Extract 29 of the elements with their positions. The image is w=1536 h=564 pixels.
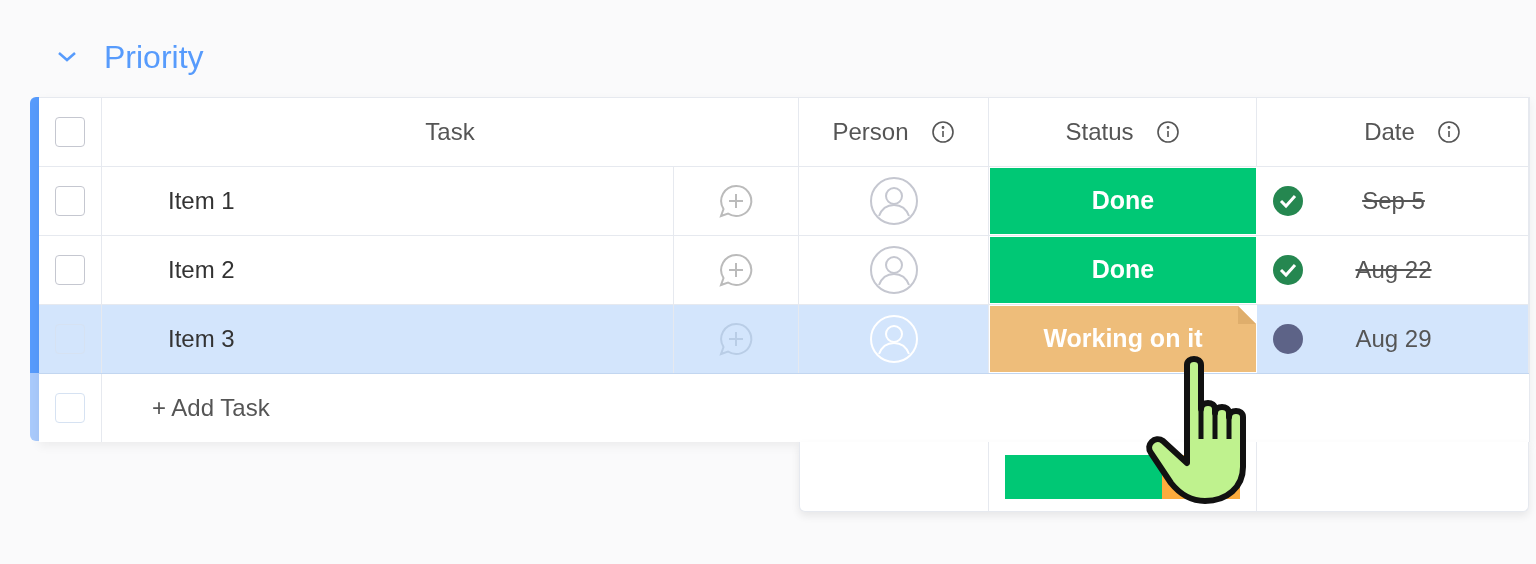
info-icon[interactable] xyxy=(930,120,955,144)
corner-fold-icon xyxy=(1238,306,1256,324)
task-row[interactable]: Item 2 Done Aug 22 xyxy=(39,236,1529,305)
add-update-icon[interactable] xyxy=(717,252,755,288)
info-icon[interactable] xyxy=(1436,120,1461,144)
row-checkbox[interactable] xyxy=(55,255,85,285)
task-row[interactable]: Item 3 Working on it Aug 29 xyxy=(39,305,1529,374)
column-header: Person xyxy=(832,117,909,147)
add-update-icon[interactable] xyxy=(717,321,755,357)
due-date: Sep 5 xyxy=(1362,186,1425,216)
task-name: Item 3 xyxy=(168,324,235,354)
column-header: Status xyxy=(1065,117,1134,147)
column-header: Date xyxy=(1364,117,1415,147)
column-header: Task xyxy=(425,117,475,147)
task-name: Item 2 xyxy=(168,255,235,285)
person-avatar-icon[interactable] xyxy=(868,245,919,295)
row-checkbox[interactable] xyxy=(55,393,85,423)
add-task-link[interactable]: + Add Task xyxy=(152,390,270,426)
group-color-bar-end xyxy=(30,373,39,441)
task-name: Item 1 xyxy=(168,186,235,216)
info-icon[interactable] xyxy=(1155,120,1180,144)
group-title: Priority xyxy=(104,37,204,77)
task-row[interactable]: Item 1 Done Sep 5 xyxy=(39,167,1529,236)
add-update-icon[interactable] xyxy=(717,183,755,219)
due-date: Aug 29 xyxy=(1355,324,1432,354)
row-checkbox[interactable] xyxy=(55,186,85,216)
person-avatar-icon[interactable] xyxy=(868,176,919,226)
due-date: Aug 22 xyxy=(1355,255,1432,285)
row-checkbox[interactable] xyxy=(55,117,85,147)
